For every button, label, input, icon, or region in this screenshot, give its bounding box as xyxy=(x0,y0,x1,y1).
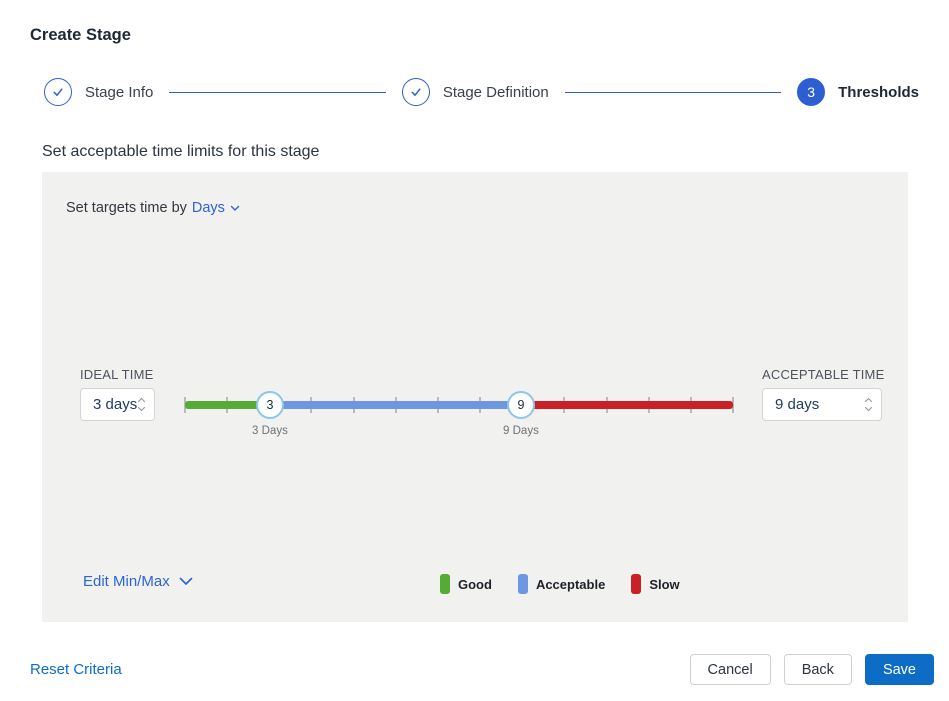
unit-dropdown[interactable]: Days xyxy=(192,200,240,216)
step-stage-definition[interactable]: Stage Definition xyxy=(402,78,549,106)
legend-item-good: Good xyxy=(440,574,492,594)
step-label: Stage Definition xyxy=(443,84,549,101)
legend-label: Good xyxy=(458,577,492,592)
step-stage-info[interactable]: Stage Info xyxy=(44,78,153,106)
acceptable-time-label: ACCEPTABLE TIME xyxy=(762,367,884,382)
ideal-time-input-box xyxy=(80,388,155,421)
legend-label: Acceptable xyxy=(536,577,605,592)
check-circle-icon xyxy=(44,78,72,106)
acceptable-time-input-box xyxy=(762,388,882,421)
ideal-time-input[interactable] xyxy=(81,396,137,413)
acceptable-decrement-button[interactable] xyxy=(864,405,873,414)
ideal-increment-button[interactable] xyxy=(137,396,146,405)
back-button[interactable]: Back xyxy=(784,654,852,685)
legend-label: Slow xyxy=(649,577,679,592)
ideal-handle-caption: 3 Days xyxy=(252,425,288,437)
section-heading: Set acceptable time limits for this stag… xyxy=(42,143,319,161)
step-label: Thresholds xyxy=(838,84,919,101)
thresholds-panel: Set targets time by Days IDEAL TIME xyxy=(42,172,908,622)
ideal-time-label: IDEAL TIME xyxy=(80,367,154,382)
acceptable-time-input[interactable] xyxy=(763,396,864,413)
acceptable-handle-caption: 9 Days xyxy=(503,425,539,437)
unit-dropdown-value: Days xyxy=(192,200,225,216)
legend-chip-acceptable xyxy=(518,574,528,594)
legend-item-acceptable: Acceptable xyxy=(518,574,605,594)
stepper-connector xyxy=(169,92,385,93)
stepper-connector xyxy=(565,92,781,93)
set-targets-label: Set targets time by xyxy=(66,200,187,216)
ideal-handle[interactable]: 3 xyxy=(256,391,284,419)
legend-chip-slow xyxy=(631,574,641,594)
set-targets-row: Set targets time by Days xyxy=(66,200,240,216)
save-button[interactable]: Save xyxy=(865,654,934,685)
edit-minmax-label: Edit Min/Max xyxy=(83,573,170,590)
legend: Good Acceptable Slow xyxy=(440,574,680,594)
acceptable-spinner xyxy=(864,396,873,414)
check-circle-icon xyxy=(402,78,430,106)
chevron-down-icon xyxy=(230,200,240,216)
page-title: Create Stage xyxy=(30,26,131,45)
acceptable-increment-button[interactable] xyxy=(864,396,873,405)
step-label: Stage Info xyxy=(85,84,153,101)
acceptable-handle[interactable]: 9 xyxy=(507,391,535,419)
ideal-decrement-button[interactable] xyxy=(137,405,146,414)
legend-item-slow: Slow xyxy=(631,574,679,594)
edit-minmax-toggle[interactable]: Edit Min/Max xyxy=(83,573,193,590)
stepper: Stage Info Stage Definition 3 Thresholds xyxy=(44,78,919,106)
step-number-badge: 3 xyxy=(797,78,825,106)
footer-buttons: Cancel Back Save xyxy=(690,654,934,685)
ideal-spinner xyxy=(137,396,146,414)
reset-criteria-link[interactable]: Reset Criteria xyxy=(30,661,122,678)
step-thresholds[interactable]: 3 Thresholds xyxy=(797,78,919,106)
chevron-down-icon xyxy=(179,573,193,590)
create-stage-dialog: Create Stage Stage Info Stage Definition… xyxy=(0,0,949,701)
legend-chip-good xyxy=(440,574,450,594)
threshold-slider[interactable]: 3 9 3 Days 9 Days xyxy=(185,391,733,441)
cancel-button[interactable]: Cancel xyxy=(690,654,771,685)
